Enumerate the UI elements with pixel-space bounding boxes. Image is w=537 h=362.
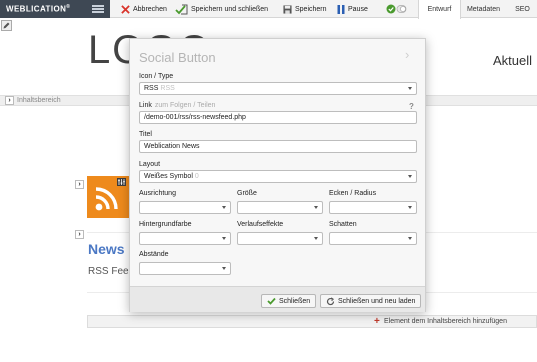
save-button[interactable]: Speichern xyxy=(283,0,327,18)
reload-icon xyxy=(326,296,335,305)
chevron-right-icon[interactable]: › xyxy=(5,96,14,105)
layout-label: Layout xyxy=(139,161,161,168)
tools-icon[interactable] xyxy=(117,178,126,186)
save-label: Speichern xyxy=(295,5,327,13)
pause-button[interactable]: Pause xyxy=(337,0,368,18)
save-close-icon xyxy=(175,4,188,14)
save-close-button[interactable]: Speichern und schließen xyxy=(175,0,268,18)
tab-label: Entwurf xyxy=(427,6,452,13)
schatten-select[interactable] xyxy=(329,232,417,245)
icon-type-label: Icon / Type xyxy=(139,73,174,80)
ecken-label: Ecken / Radius xyxy=(329,190,377,197)
titel-input[interactable]: Weblication News xyxy=(139,140,417,153)
groesse-label: Größe xyxy=(237,190,257,197)
chevron-down-icon xyxy=(314,206,318,209)
pause-icon xyxy=(337,4,345,14)
hintergrundfarbe-label: Hintergrundfarbe xyxy=(139,221,192,228)
add-element-label: Element dem Inhaltsbereich hinzufügen xyxy=(384,318,507,325)
groesse-select[interactable] xyxy=(237,201,323,214)
icon-type-ghost: RSS xyxy=(160,85,175,92)
chevron-down-icon xyxy=(408,87,412,90)
tab-entwurf[interactable]: Entwurf xyxy=(418,0,461,19)
ausrichtung-label: Ausrichtung xyxy=(139,190,176,197)
close-reload-button[interactable]: Schließen und neu laden xyxy=(320,294,422,308)
link-value: /demo-001/rss/rss-newsfeed.php xyxy=(144,114,246,121)
link-input[interactable]: /demo-001/rss/rss-newsfeed.php xyxy=(139,111,417,124)
close-reload-label: Schließen und neu laden xyxy=(338,297,416,305)
save-icon xyxy=(283,4,292,14)
icon-type-value: RSS xyxy=(144,85,159,92)
save-close-label: Speichern und schließen xyxy=(191,5,269,13)
content-area-label: Inhaltsbereich xyxy=(17,97,61,104)
chevron-right-icon[interactable]: › xyxy=(405,47,409,62)
dialog-footer: Schließen Schließen und neu laden xyxy=(130,286,425,312)
ausrichtung-select[interactable] xyxy=(139,201,231,214)
titel-label: Titel xyxy=(139,131,152,138)
layout-ghost: 0 xyxy=(194,173,199,180)
tab-label: SEO xyxy=(515,5,530,13)
link-hint: zum Folgen / Teilen xyxy=(154,102,216,109)
icon-type-select[interactable]: RSS RSS xyxy=(139,82,417,95)
chevron-right-icon[interactable]: › xyxy=(75,230,84,239)
link-label-text: Link xyxy=(139,102,152,109)
check-icon xyxy=(267,297,276,305)
news-heading: News : xyxy=(88,241,134,257)
chevron-down-icon xyxy=(408,237,412,240)
chevron-down-icon xyxy=(314,237,318,240)
check-toggle[interactable] xyxy=(386,0,411,18)
chevron-down-icon xyxy=(222,237,226,240)
help-icon[interactable]: ? xyxy=(409,102,414,111)
link-label: Link zum Folgen / Teilen xyxy=(139,102,215,109)
dialog-title: Social Button xyxy=(139,50,216,65)
ecken-select[interactable] xyxy=(329,201,417,214)
close-button-label: Schließen xyxy=(279,297,311,305)
abstaende-select[interactable] xyxy=(139,262,231,275)
pencil-icon xyxy=(3,22,10,29)
cancel-label: Abbrechen xyxy=(133,5,167,13)
social-button-dialog: Social Button › Icon / Type RSS RSS Link z… xyxy=(129,38,426,312)
verlaufseffekte-select[interactable] xyxy=(237,232,323,245)
chevron-down-icon xyxy=(408,175,412,178)
tab-label: Metadaten xyxy=(466,5,501,13)
page-heading-aktuell: Aktuell xyxy=(493,53,533,68)
chevron-down-icon xyxy=(222,267,226,270)
check-toggle-icon xyxy=(386,4,407,14)
close-x-icon xyxy=(121,4,130,14)
hintergrundfarbe-select[interactable] xyxy=(139,232,231,245)
schatten-label: Schatten xyxy=(329,221,357,228)
cancel-button[interactable]: Abbrechen xyxy=(121,0,167,18)
rss-button-preview[interactable] xyxy=(87,176,129,218)
edit-page-button[interactable] xyxy=(1,20,12,31)
chevron-down-icon xyxy=(408,206,412,209)
verlaufseffekte-label: Verlaufseffekte xyxy=(237,221,284,228)
layout-value: Weißes Symbol xyxy=(144,173,193,180)
menu-icon[interactable] xyxy=(92,4,104,14)
brand-mark: ® xyxy=(66,4,71,10)
rss-feed-text: RSS Feed xyxy=(88,266,135,277)
plus-icon: + xyxy=(374,316,380,327)
tab-metadaten[interactable]: Metadaten xyxy=(461,0,506,18)
chevron-right-icon[interactable]: › xyxy=(75,180,84,189)
titel-value: Weblication News xyxy=(144,143,200,150)
pause-label: Pause xyxy=(348,5,368,13)
tab-seo[interactable]: SEO xyxy=(508,0,537,18)
top-toolbar: WEBLICATION® Abbrechen Speichern und sch… xyxy=(0,0,537,19)
layout-select[interactable]: Weißes Symbol 0 xyxy=(139,170,417,183)
brand-name: WEBLICATION xyxy=(6,4,67,14)
abstaende-label: Abstände xyxy=(139,251,169,258)
add-element-bar[interactable]: + Element dem Inhaltsbereich hinzufügen xyxy=(87,315,537,328)
chevron-down-icon xyxy=(222,206,226,209)
close-button[interactable]: Schließen xyxy=(261,294,317,308)
